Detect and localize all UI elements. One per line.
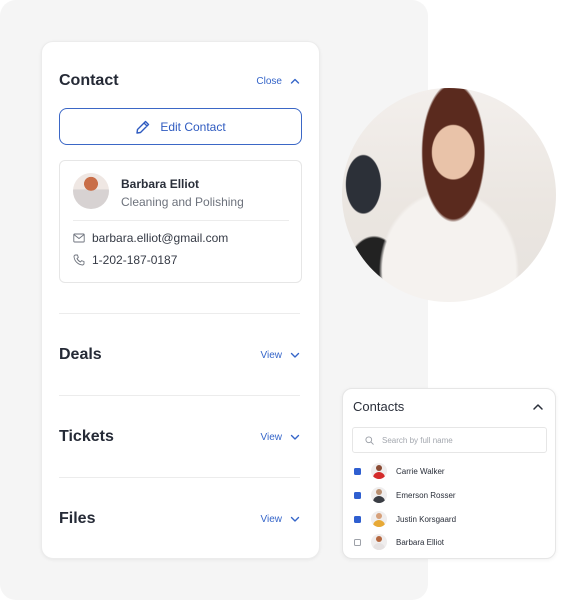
avatar	[73, 173, 109, 209]
contact-role: Cleaning and Polishing	[121, 195, 244, 209]
contact-phone[interactable]: 1-202-187-0187	[92, 253, 177, 267]
chevron-down-icon	[290, 352, 300, 358]
files-view-button[interactable]: View	[261, 514, 301, 525]
contact-panel: Contact Close Edit Contact Barbara Ellio…	[41, 41, 320, 559]
avatar	[371, 463, 387, 479]
contact-details-box: Barbara Elliot Cleaning and Polishing ba…	[59, 160, 302, 283]
checkbox[interactable]	[354, 515, 361, 523]
search-field[interactable]	[352, 427, 547, 453]
mail-icon	[73, 233, 85, 243]
contact-photo	[342, 88, 556, 302]
view-label: View	[260, 431, 283, 443]
tickets-section-header: Tickets View	[59, 428, 300, 446]
close-label: Close	[256, 75, 282, 87]
contact-list-name: Carrie Walker	[396, 466, 445, 476]
view-label: View	[260, 513, 283, 525]
edit-contact-button[interactable]: Edit Contact	[59, 108, 302, 145]
avatar	[371, 534, 387, 550]
contact-email[interactable]: barbara.elliot@gmail.com	[92, 231, 228, 245]
contact-list-item[interactable]: Justin Korsgaard	[354, 510, 456, 528]
chevron-up-icon	[290, 78, 300, 84]
files-section-title: Files	[59, 510, 96, 527]
divider	[59, 477, 300, 478]
checkbox[interactable]	[354, 467, 361, 475]
contact-list-name: Barbara Elliot	[396, 537, 445, 547]
contact-list-name: Justin Korsgaard	[396, 514, 457, 524]
contact-name: Barbara Elliot	[121, 177, 200, 191]
divider	[59, 313, 300, 314]
contact-list-item[interactable]: Carrie Walker	[354, 462, 445, 480]
contacts-list-card: Contacts Carrie Walker Emerson Rosser Ju…	[342, 388, 556, 559]
avatar	[371, 487, 387, 503]
contact-list-item[interactable]: Emerson Rosser	[354, 486, 456, 504]
deals-view-button[interactable]: View	[261, 350, 301, 361]
search-input[interactable]	[382, 435, 542, 445]
checkbox[interactable]	[354, 538, 361, 546]
deals-section-header: Deals View	[59, 346, 300, 364]
phone-row: 1-202-187-0187	[73, 253, 177, 267]
edit-contact-label: Edit Contact	[160, 119, 226, 134]
view-label: View	[260, 349, 283, 361]
divider	[73, 220, 289, 221]
tickets-view-button[interactable]: View	[261, 432, 301, 443]
divider	[59, 395, 300, 396]
avatar	[371, 511, 387, 527]
close-button[interactable]: Close	[256, 76, 300, 87]
contact-list-name: Emerson Rosser	[396, 490, 456, 500]
contact-section-header: Contact Close	[59, 72, 300, 90]
chevron-up-icon[interactable]	[532, 401, 544, 413]
files-section-header: Files View	[59, 510, 300, 528]
contact-section-title: Contact	[59, 72, 119, 89]
email-row: barbara.elliot@gmail.com	[73, 231, 228, 245]
chevron-down-icon	[290, 516, 300, 522]
search-icon	[365, 435, 374, 445]
contact-list-item[interactable]: Barbara Elliot	[354, 533, 444, 551]
pencil-icon	[136, 120, 150, 134]
contacts-list-title: Contacts	[353, 399, 405, 414]
checkbox[interactable]	[354, 491, 361, 499]
deals-section-title: Deals	[59, 346, 102, 363]
phone-icon	[73, 254, 85, 266]
chevron-down-icon	[290, 434, 300, 440]
tickets-section-title: Tickets	[59, 428, 114, 445]
